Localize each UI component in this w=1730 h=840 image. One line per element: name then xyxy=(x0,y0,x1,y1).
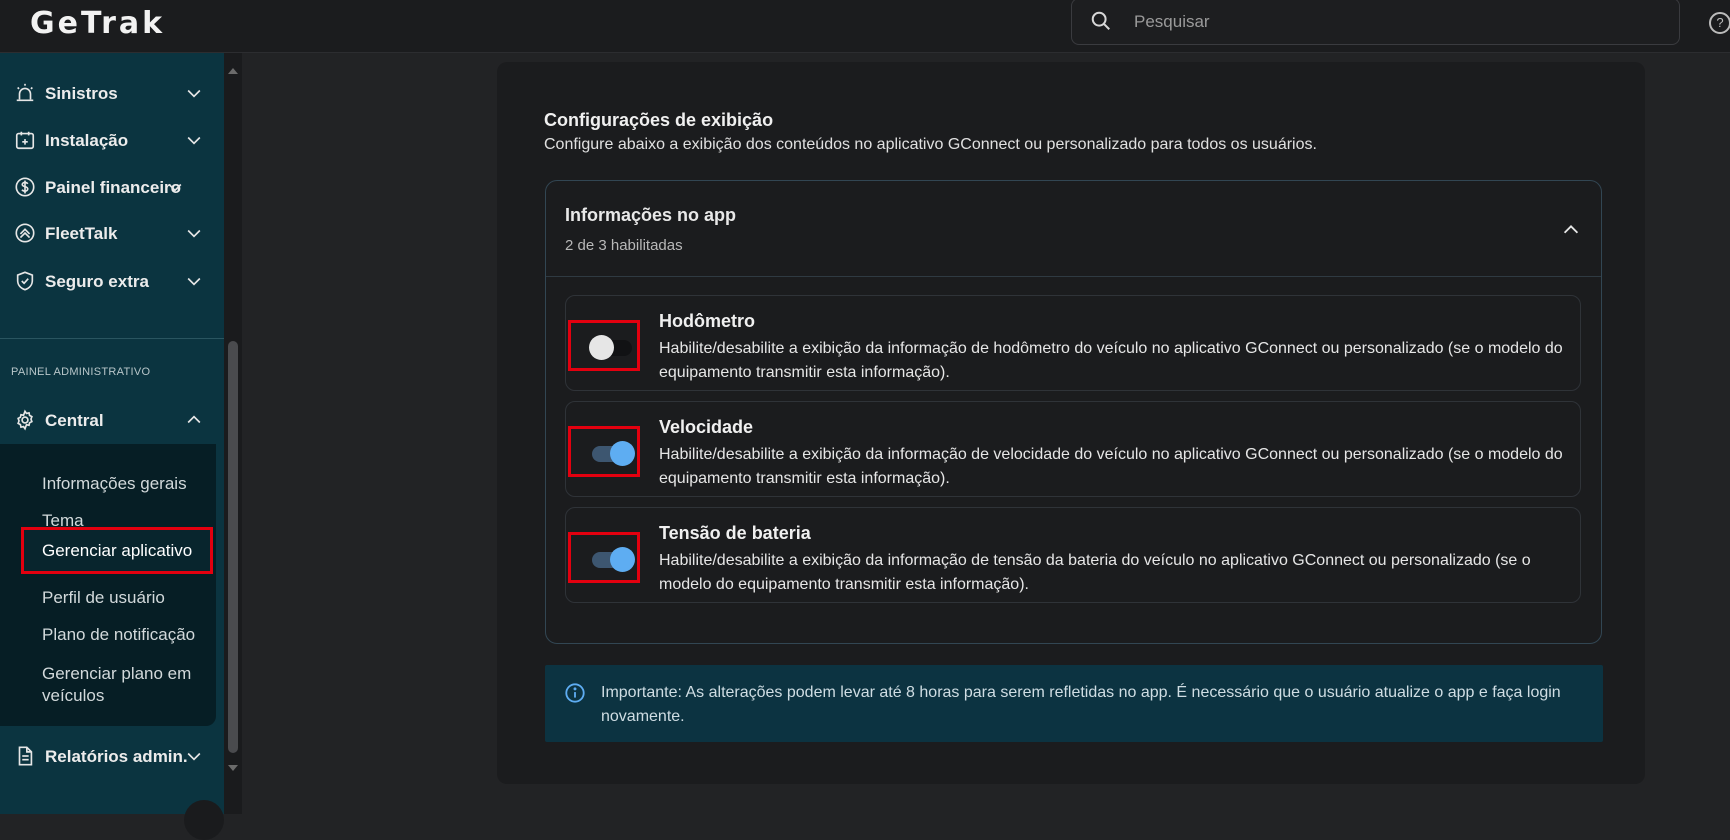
toggle-knob xyxy=(610,441,635,466)
toggle-highlight xyxy=(568,532,640,583)
chevron-down-icon xyxy=(187,229,201,238)
sidebar-scrollbar[interactable] xyxy=(224,53,242,814)
setting-description: Habilite/desabilite a exibição da inform… xyxy=(659,446,1563,487)
page-subtitle: Configure abaixo a exibição dos conteúdo… xyxy=(544,136,1317,153)
search-input[interactable] xyxy=(1132,7,1656,37)
sidebar-item-label: Painel financeiro xyxy=(45,178,182,197)
setting-name: Hodômetro xyxy=(659,311,755,331)
sidebar-item-label: FleetTalk xyxy=(45,224,118,243)
search-icon xyxy=(1091,11,1110,30)
setting-description: Habilite/desabilite a exibição da inform… xyxy=(659,340,1563,381)
document-icon xyxy=(18,746,33,766)
chevron-up-icon xyxy=(187,415,201,424)
setting-item-hodometro: Hodômetro Habilite/desabilite a exibição… xyxy=(565,295,1581,391)
sidebar-item-seguro-extra[interactable]: Seguro extra xyxy=(0,259,224,303)
velocidade-toggle[interactable] xyxy=(592,441,635,466)
sidebar-item-central[interactable]: Central xyxy=(0,398,224,442)
help-icon[interactable]: ? xyxy=(1709,12,1730,34)
scrollbar-thumb[interactable] xyxy=(228,341,238,753)
sidebar-divider xyxy=(0,338,224,339)
section-label: PAINEL ADMINISTRATIVO xyxy=(11,366,151,378)
scroll-up-arrow-icon[interactable] xyxy=(228,68,238,74)
submenu-item-plano-de-notificacao[interactable]: Plano de notificação xyxy=(42,624,195,646)
calendar-add-icon xyxy=(15,131,35,150)
accordion-divider xyxy=(546,276,1601,277)
dollar-circle-icon xyxy=(15,177,35,197)
sidebar-item-label: Sinistros xyxy=(45,84,118,103)
avatar[interactable] xyxy=(184,800,224,840)
setting-description: Habilite/desabilite a exibição da inform… xyxy=(659,552,1531,593)
chevron-up-icon[interactable] xyxy=(1560,219,1582,241)
toggle-knob xyxy=(610,547,635,572)
sidebar-item-label: Instalação xyxy=(45,131,129,150)
accordion-summary: 2 de 3 habilitadas xyxy=(565,237,683,254)
alarm-icon xyxy=(16,83,34,102)
app-logo[interactable]: GeTrak xyxy=(30,6,165,41)
tensao-de-bateria-toggle[interactable] xyxy=(592,547,635,572)
notice-text: Importante: As alterações podem levar at… xyxy=(601,684,1561,725)
submenu-item-gerenciar-plano-em-veiculos[interactable]: Gerenciar plano em veículos xyxy=(42,663,202,707)
hodometro-toggle[interactable] xyxy=(589,335,632,360)
sidebar-item-relatorios-admin[interactable]: Relatórios admin. xyxy=(0,734,224,778)
important-notice: Importante: As alterações podem levar at… xyxy=(545,665,1603,742)
setting-name: Velocidade xyxy=(659,417,754,437)
accordion-informacoes-no-app: Informações no app 2 de 3 habilitadas Ho… xyxy=(545,180,1602,644)
setting-item-tensao-de-bateria: Tensão de bateria Habilite/desabilite a … xyxy=(565,507,1581,603)
toggle-highlight xyxy=(568,320,640,371)
setting-name: Tensão de bateria xyxy=(659,523,811,543)
search-box[interactable] xyxy=(1071,0,1680,45)
sidebar-item-label: Central xyxy=(45,411,104,430)
chevron-down-icon xyxy=(187,136,201,145)
gear-icon xyxy=(17,409,33,431)
accordion-title[interactable]: Informações no app xyxy=(565,205,736,226)
submenu-item-informacoes-gerais[interactable]: Informações gerais xyxy=(42,473,187,495)
setting-item-velocidade: Velocidade Habilite/desabilite a exibiçã… xyxy=(565,401,1581,497)
page-title: Configurações de exibição xyxy=(544,110,774,130)
toggle-knob xyxy=(589,335,614,360)
sidebar-item-instalacao[interactable]: Instalação xyxy=(0,118,224,162)
sidebar-item-label: Relatórios admin. xyxy=(45,747,188,766)
chevron-down-icon xyxy=(187,89,201,98)
fleettalk-icon xyxy=(15,223,35,243)
info-icon xyxy=(565,683,585,703)
sidebar-item-sinistros[interactable]: Sinistros xyxy=(0,71,224,115)
chevron-down-icon xyxy=(187,752,201,761)
submenu-item-perfil-de-usuario[interactable]: Perfil de usuário xyxy=(42,587,165,609)
shield-check-icon xyxy=(16,271,34,291)
chevron-down-icon xyxy=(187,277,201,286)
submenu-item-gerenciar-aplicativo[interactable]: Gerenciar aplicativo xyxy=(21,527,213,574)
sidebar-item-painel-financeiro[interactable]: Painel financeiro xyxy=(0,165,224,209)
sidebar-item-label: Seguro extra xyxy=(45,272,149,291)
top-bar: GeTrak ? xyxy=(0,0,1730,53)
submenu-item-label: Gerenciar aplicativo xyxy=(42,541,193,560)
sidebar-item-fleettalk[interactable]: FleetTalk xyxy=(0,211,224,255)
chevron-down-icon xyxy=(168,183,182,192)
toggle-highlight xyxy=(568,426,640,477)
scroll-down-arrow-icon[interactable] xyxy=(228,765,238,771)
